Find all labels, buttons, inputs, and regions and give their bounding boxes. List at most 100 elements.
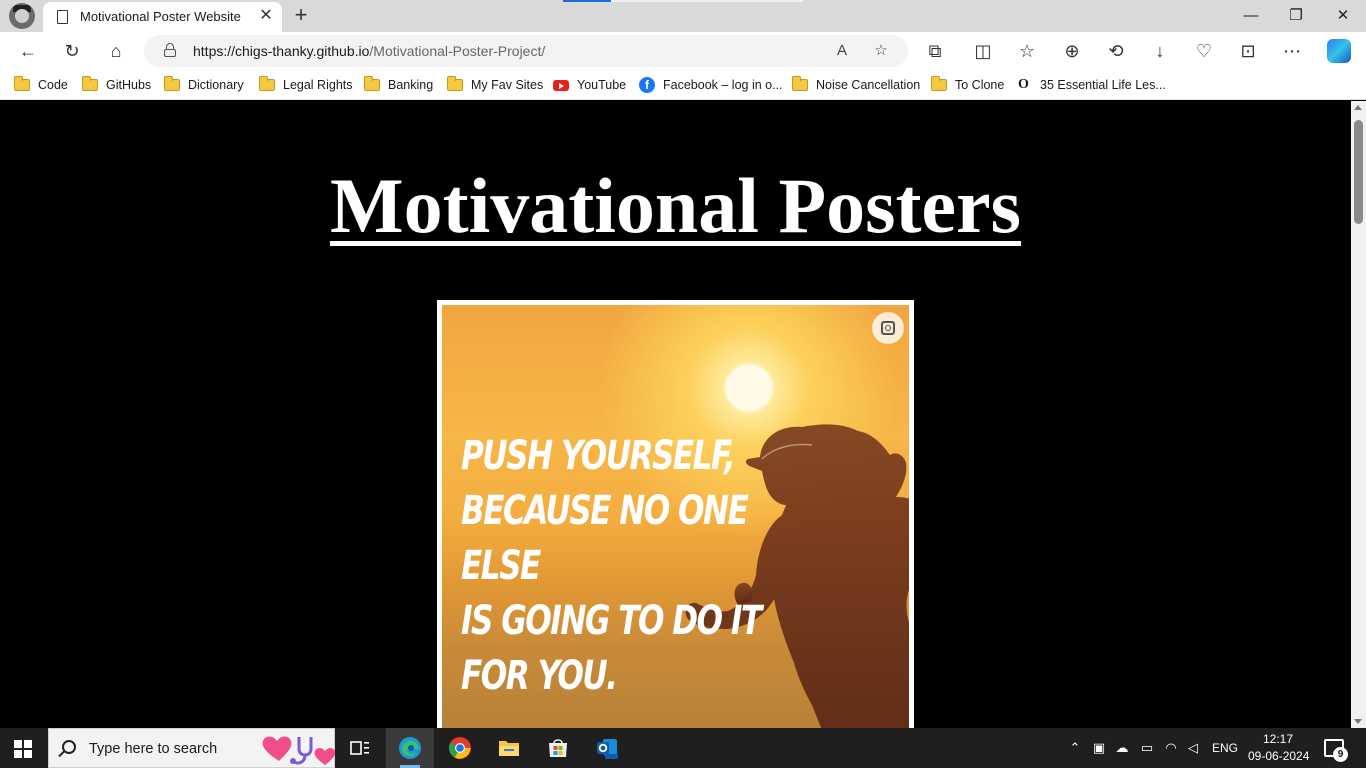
bookmark-dictionary[interactable]: Dictionary [164,76,244,94]
bookmark-facebook[interactable]: f Facebook – log in o... [639,76,783,94]
poster-line-2: BECAUSE NO ONE ELSE [461,488,749,589]
active-tab[interactable]: Motivational Poster Website ✕ [43,2,282,32]
lock-icon[interactable] [164,43,176,57]
browser-toolbar: ← ↻ ⌂ https://chigs-thanky.github.io/Mot… [0,32,1366,70]
home-icon[interactable]: ⌂ [102,37,130,65]
task-view-button[interactable] [336,728,384,768]
bookmark-label: Banking [388,78,434,92]
outlook-new-icon [597,739,618,759]
refresh-icon[interactable]: ↻ [58,37,86,65]
meet-now-icon[interactable]: ▣ [1091,740,1107,756]
split-screen-icon[interactable]: ◫ [969,37,997,65]
windows-start-icon[interactable] [14,740,32,758]
bookmark-to-clone[interactable]: To Clone [931,76,1004,94]
collections-icon[interactable]: ⊕ [1058,37,1086,65]
site-o-icon: O [1018,77,1029,92]
onedrive-icon[interactable]: ☁ [1114,740,1130,756]
folder-icon [931,76,947,91]
bookmark-label: GitHubs [106,78,152,92]
show-hidden-icons-chevron-icon[interactable]: ⌃ [1067,740,1083,756]
tab-title: Motivational Poster Website [80,9,241,24]
history-icon[interactable]: ⟲ [1102,37,1130,65]
address-bar[interactable]: https://chigs-thanky.github.io/Motivatio… [144,35,908,67]
taskbar-store[interactable] [534,728,582,768]
taskbar-edge[interactable] [386,728,434,768]
tab-drag-area [611,0,803,2]
minimize-button[interactable]: — [1241,6,1261,26]
favorite-star-icon[interactable]: ☆ [871,41,891,61]
bookmark-life-lessons[interactable]: O 35 Essential Life Les... [1018,76,1166,94]
youtube-icon [553,80,569,91]
page-icon [57,10,68,24]
notification-count-badge: 9 [1333,747,1348,762]
folder-icon [259,76,275,91]
back-icon[interactable]: ← [14,37,42,65]
bookmark-label: My Fav Sites [471,78,544,92]
language-indicator[interactable]: ENG [1212,741,1238,755]
url-host: https://chigs-thanky.github.io [193,43,370,59]
scroll-up-arrow-icon[interactable] [1354,105,1362,110]
url-path: /Motivational-Poster-Project/ [369,43,546,59]
poster-line-4: FOR YOU. [461,653,618,699]
battery-icon[interactable]: ▭ [1139,740,1155,756]
microsoft-store-icon [549,739,567,757]
bookmark-label: YouTube [577,78,627,92]
wifi-icon[interactable]: ◠ [1163,740,1179,756]
bookmark-legal-rights[interactable]: Legal Rights [259,76,353,94]
tab-close-icon[interactable]: ✕ [258,8,274,24]
loading-indicator [563,0,611,2]
bookmark-label: Noise Cancellation [816,78,921,92]
chrome-icon [449,737,471,759]
volume-icon[interactable]: ◁ [1185,740,1201,756]
bookmark-youtube[interactable]: YouTube [553,76,626,94]
bookmark-code[interactable]: Code [14,76,68,94]
restore-button[interactable]: ❐ [1286,6,1306,26]
folder-icon [364,76,380,91]
bookmark-label: Code [38,78,68,92]
bookmark-banking[interactable]: Banking [364,76,433,94]
copilot-icon[interactable] [1327,39,1351,63]
facebook-icon: f [639,77,655,93]
screenshot-icon[interactable]: ⊡ [1234,37,1262,65]
task-view-icon [350,741,369,755]
clock-date[interactable]: 09-06-2024 [1248,749,1309,763]
vertical-scrollbar[interactable] [1351,101,1366,728]
read-aloud-icon[interactable]: A [832,41,852,61]
bookmark-githubs[interactable]: GitHubs [82,76,151,94]
favorites-icon[interactable]: ☆ [1013,37,1041,65]
clock-time[interactable]: 12:17 [1263,732,1293,746]
avatar-face [15,9,29,23]
page-title: Motivational Posters [329,162,1022,249]
new-tab-button[interactable]: + [290,4,312,27]
scrollbar-thumb[interactable] [1354,120,1363,224]
bookmark-noise-cancellation[interactable]: Noise Cancellation [792,76,920,94]
poster-image: PUSH YOURSELF, BECAUSE NO ONE ELSE IS GO… [442,305,909,728]
profile-avatar[interactable] [9,3,35,29]
taskbar-file-explorer[interactable] [485,728,533,768]
visual-search-button[interactable] [872,312,904,344]
more-menu-icon[interactable]: ⋯ [1278,37,1306,65]
bookmark-label: Facebook – log in o... [663,78,783,92]
taskbar-search-box[interactable]: Type here to search [48,728,335,768]
file-explorer-icon [499,741,519,756]
bookmark-label: Dictionary [188,78,244,92]
scroll-down-arrow-icon[interactable] [1354,719,1362,724]
visual-search-dot [885,325,891,331]
windows-taskbar: Type here to search ⌃ ▣ ☁ ▭ ◠ ◁ ENG 12:1… [0,728,1366,768]
bookmark-label: Legal Rights [283,78,353,92]
title-bar: Motivational Poster Website ✕ + — ❐ ✕ [0,0,1366,32]
search-placeholder: Type here to search [89,741,218,757]
url-text[interactable]: https://chigs-thanky.github.io/Motivatio… [193,43,545,59]
search-icon [62,740,76,754]
browser-essentials-icon[interactable]: ♡ [1190,37,1218,65]
taskbar-outlook[interactable] [583,728,631,768]
downloads-icon[interactable]: ↓ [1146,37,1174,65]
poster-quote: PUSH YOURSELF, BECAUSE NO ONE ELSE IS GO… [461,429,773,704]
taskbar-chrome[interactable] [436,728,484,768]
extensions-icon[interactable]: ⧉ [921,37,949,65]
close-window-button[interactable]: ✕ [1333,6,1353,26]
folder-icon [14,76,30,91]
search-highlight-stethoscope-icon [262,736,335,765]
poster-frame: PUSH YOURSELF, BECAUSE NO ONE ELSE IS GO… [437,300,914,728]
bookmark-my-fav-sites[interactable]: My Fav Sites [447,76,543,94]
